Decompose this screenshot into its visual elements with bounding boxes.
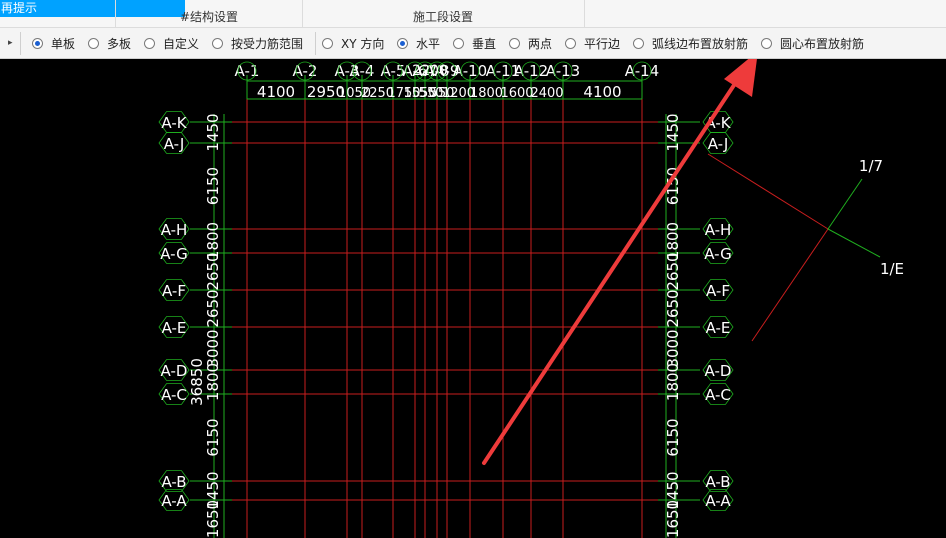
section-label: 1/E (880, 260, 904, 278)
radio-horizontal[interactable]: 水平 (397, 35, 440, 51)
section-label: 1/7 (859, 157, 883, 175)
dimension-text-x: 2400 (530, 86, 563, 101)
dimension-text-y: 2650 (664, 289, 682, 327)
radio-center-radial-rebar[interactable]: 圆心布置放射筋 (761, 35, 864, 51)
radio-label: 水平 (416, 36, 441, 51)
axis-label-y: A-A (161, 492, 187, 510)
axis-label-y: A-C (161, 386, 187, 404)
radio-multi-slab[interactable]: 多板 (88, 35, 131, 51)
radio-label: 自定义 (163, 36, 200, 51)
radio-icon (144, 37, 155, 49)
radio-arc-edge-radial-rebar[interactable]: 弧线边布置放射筋 (633, 35, 748, 51)
dimension-text-y: 3000 (204, 329, 222, 367)
axis-label-y: A-E (162, 319, 187, 337)
radio-icon (212, 37, 223, 49)
section-line (751, 228, 829, 342)
dimension-total-y: 36850 (188, 358, 206, 406)
radio-icon (761, 37, 772, 49)
radio-icon (397, 37, 408, 49)
axis-label-y: A-A (705, 492, 731, 510)
radio-label: 垂直 (472, 36, 497, 51)
dimension-text-y: 3000 (664, 329, 682, 367)
radio-label: 弧线边布置放射筋 (652, 36, 749, 51)
axis-label-y: A-G (704, 245, 732, 263)
radio-label: 单板 (51, 36, 76, 51)
dimension-text-y: 1800 (664, 363, 682, 401)
dimension-text-y: 2650 (664, 252, 682, 290)
toolbar-separator (315, 32, 316, 55)
axis-label-y: A-K (161, 114, 187, 132)
radio-icon (509, 37, 520, 49)
axis-label-y: A-J (708, 135, 729, 153)
dimension-text-x: 1800 (470, 86, 503, 101)
cad-drawing-canvas[interactable]: A-1 A-2 A-3A-4 A-5A-6A-7A-8A-9A-10A-11A-12A… (0, 59, 946, 538)
tab-separator (115, 0, 116, 28)
dimension-text-x: 4100 (583, 83, 621, 101)
tab-structure-settings[interactable]: #结构设置 (180, 8, 238, 25)
dimension-text-y: 1450 (204, 113, 222, 151)
radio-label: 多板 (107, 36, 132, 51)
axis-label-y: A-D (161, 362, 188, 380)
radio-parallel-edge[interactable]: 平行边 (565, 35, 620, 51)
radio-icon (565, 37, 576, 49)
dimension-text-y: 2650 (204, 252, 222, 290)
rebar-layout-toolbar: ▸ 单板 多板 自定义 按受力筋范围 XY 方向 水平 垂直 两点 平行边 弧线… (0, 28, 946, 59)
radio-icon (322, 37, 333, 49)
toolbar-expand-icon[interactable]: ▸ (8, 38, 13, 48)
radio-vertical[interactable]: 垂直 (453, 35, 496, 51)
axis-label-x: A-10 (453, 62, 487, 80)
radio-custom[interactable]: 自定义 (144, 35, 199, 51)
tab-separator (584, 0, 585, 28)
axis-label-y: A-E (706, 319, 731, 337)
radio-label: 两点 (528, 36, 553, 51)
axis-label-x: A-12 (514, 62, 548, 80)
radio-icon (88, 37, 99, 49)
axis-label-y: A-H (705, 221, 732, 239)
dimension-text-y: 1800 (204, 363, 222, 401)
radio-by-main-rebar-range[interactable]: 按受力筋范围 (212, 35, 303, 51)
axis-label-y: A-B (705, 473, 730, 491)
dimension-text-y: 6150 (204, 167, 222, 205)
top-tab-bar: 再提示 #结构设置 施工段设置 (0, 0, 946, 28)
radio-xy-direction[interactable]: XY 方向 (322, 35, 384, 51)
radio-label: XY 方向 (341, 36, 385, 51)
axis-label-y: A-C (705, 386, 731, 404)
dimension-text-y: 1650 (664, 500, 682, 538)
radio-two-points[interactable]: 两点 (509, 35, 552, 51)
radio-single-slab[interactable]: 单板 (32, 35, 75, 51)
axis-label-x: A-14 (625, 62, 659, 80)
axis-label-y: A-D (705, 362, 732, 380)
radio-icon (633, 37, 644, 49)
section-leader (827, 228, 881, 258)
axis-label-y: A-F (706, 282, 730, 300)
toolbar-separator (20, 32, 21, 55)
radio-icon (453, 37, 464, 49)
tab-separator (302, 0, 303, 28)
section-line (707, 153, 829, 230)
dimension-text-x: 1600 (500, 86, 533, 101)
dimension-text-y: 2650 (204, 289, 222, 327)
radio-label: 圆心布置放射筋 (780, 36, 865, 51)
axis-label-y: A-G (160, 245, 188, 263)
axis-label-y: A-B (161, 473, 186, 491)
dimension-text-x: 4100 (257, 83, 295, 101)
dimension-text-y: 1450 (664, 113, 682, 151)
axis-dimension-overlap: 2200 (412, 63, 448, 79)
axis-label-x: A-13 (546, 62, 580, 80)
axis-label-y: A-J (164, 135, 185, 153)
radio-icon (32, 37, 43, 49)
radio-label: 平行边 (584, 36, 621, 51)
radio-label: 按受力筋范围 (231, 36, 304, 51)
dimension-text-y: 6150 (204, 418, 222, 456)
dimension-text-y: 6150 (664, 418, 682, 456)
axis-label-y: A-H (161, 221, 188, 239)
tab-construction-settings[interactable]: 施工段设置 (413, 8, 473, 25)
section-leader (827, 178, 863, 230)
axis-label-y: A-F (162, 282, 186, 300)
dimension-text-y: 1650 (204, 500, 222, 538)
tip-badge[interactable]: 再提示 (0, 0, 185, 17)
